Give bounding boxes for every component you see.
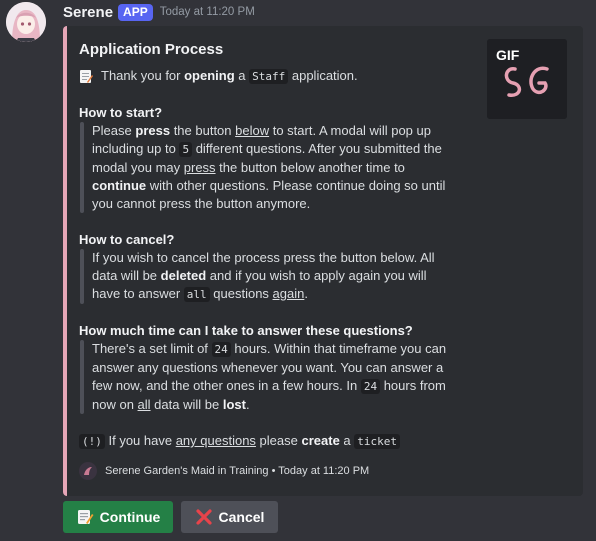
embed-footer: Serene Garden's Maid in Training • Today… — [79, 462, 369, 480]
cancel-button[interactable]: Cancel — [181, 501, 278, 533]
start-quote: Please press the button below to start. … — [79, 122, 469, 213]
cancel-label: Cancel — [218, 509, 265, 525]
inline-code: 24 — [211, 342, 231, 357]
quote-line: you cannot press the button anymore. — [92, 196, 311, 211]
time-heading: How much time can I take to answer these… — [79, 323, 413, 338]
text: questions — [209, 286, 273, 301]
embed-content: Application Process Thank you for openin… — [79, 40, 469, 451]
quote-line: answer any questions whenever you want. … — [92, 360, 444, 375]
staff-code: Staff — [249, 69, 289, 84]
text: . — [304, 286, 308, 301]
cancel-heading: How to cancel? — [79, 232, 175, 247]
quote-line: There's a set limit of 24 hours. Within … — [92, 340, 469, 359]
text: data will be — [92, 268, 161, 283]
inline-code: 24 — [360, 379, 381, 394]
text: to start. A modal will pop up — [269, 123, 431, 138]
text: hours from — [380, 378, 446, 393]
time-quote: There's a set limit of 24 hours. Within … — [79, 340, 469, 414]
text: please — [255, 433, 302, 448]
inline-code: ticket — [354, 434, 401, 449]
bold-text: lost — [222, 397, 246, 412]
text: modal you may — [92, 160, 184, 175]
embed-title: Application Process — [79, 41, 224, 58]
embed: Application Process Thank you for openin… — [63, 26, 583, 496]
bold-text: deleted — [160, 268, 207, 283]
avatar[interactable] — [6, 2, 46, 42]
quote-line: now on all data will be lost. — [92, 396, 469, 414]
intro-line: Thank you for opening a Staff applicatio… — [79, 67, 469, 86]
memo-icon — [76, 508, 94, 526]
intro-bold: opening — [184, 68, 235, 83]
bold-text: press — [135, 123, 171, 138]
quote-line: If you wish to cancel the process press … — [92, 250, 435, 265]
text: few now, and the other ones in a few hou… — [92, 378, 361, 393]
text: If you have — [104, 433, 176, 448]
text: including up to — [92, 141, 180, 156]
text: and if you wish to apply again you will — [206, 268, 427, 283]
text: the button — [170, 123, 236, 138]
intro-text: application. — [288, 68, 358, 83]
continue-button[interactable]: Continue — [63, 501, 173, 533]
gif-label: GIF — [496, 47, 520, 63]
memo-icon — [79, 69, 93, 84]
text: the button below another time to — [215, 160, 405, 175]
text: have to answer — [92, 286, 184, 301]
embed-accent-bar — [63, 26, 67, 496]
quote-line: modal you may press the button below ano… — [92, 159, 469, 177]
inline-code: (!) — [79, 434, 105, 449]
intro-text: Thank you for — [101, 68, 185, 83]
inline-code: all — [183, 287, 210, 302]
text: different questions. After you submitted… — [192, 141, 442, 156]
author-name[interactable]: Serene — [63, 4, 113, 21]
underlined-text: press — [183, 160, 216, 175]
app-badge: APP — [118, 3, 153, 21]
intro-text: a — [234, 68, 250, 83]
footer-text: Serene Garden's Maid in Training • Today… — [105, 465, 370, 477]
text: with other questions. Please continue do… — [146, 178, 446, 193]
inline-code: 5 — [179, 142, 193, 157]
text: Please — [92, 123, 136, 138]
underlined-text: any questions — [175, 433, 256, 448]
underlined-text: below — [235, 123, 270, 138]
underlined-text: again — [272, 286, 305, 301]
text: . — [245, 397, 250, 412]
ticket-line: (!) If you have any questions please cre… — [79, 432, 469, 451]
text: There's a set limit of — [92, 341, 212, 356]
cross-icon — [195, 508, 213, 526]
underlined-text: all — [137, 397, 151, 412]
bold-text: continue — [92, 178, 147, 193]
quote-line: Please press the button below to start. … — [92, 122, 469, 140]
text: hours. Within that timeframe you can — [230, 341, 447, 356]
quote-line: have to answer all questions again. — [92, 285, 469, 304]
thumbnail-image[interactable]: GIF — [487, 39, 567, 119]
text: now on — [92, 397, 138, 412]
start-heading: How to start? — [79, 105, 163, 120]
quote-line: including up to 5 different questions. A… — [92, 140, 469, 159]
quote-line: data will be deleted and if you wish to … — [92, 267, 469, 285]
text: data will be — [150, 397, 223, 412]
message-timestamp[interactable]: Today at 11:20 PM — [160, 6, 255, 18]
quote-line: few now, and the other ones in a few hou… — [92, 377, 469, 396]
text: a — [339, 433, 355, 448]
footer-icon — [79, 462, 97, 480]
bold-text: create — [301, 433, 340, 448]
message-header: Serene APP Today at 11:20 PM — [63, 2, 255, 22]
continue-label: Continue — [99, 509, 161, 525]
cancel-quote: If you wish to cancel the process press … — [79, 249, 469, 304]
quote-line: continue with other questions. Please co… — [92, 177, 469, 195]
